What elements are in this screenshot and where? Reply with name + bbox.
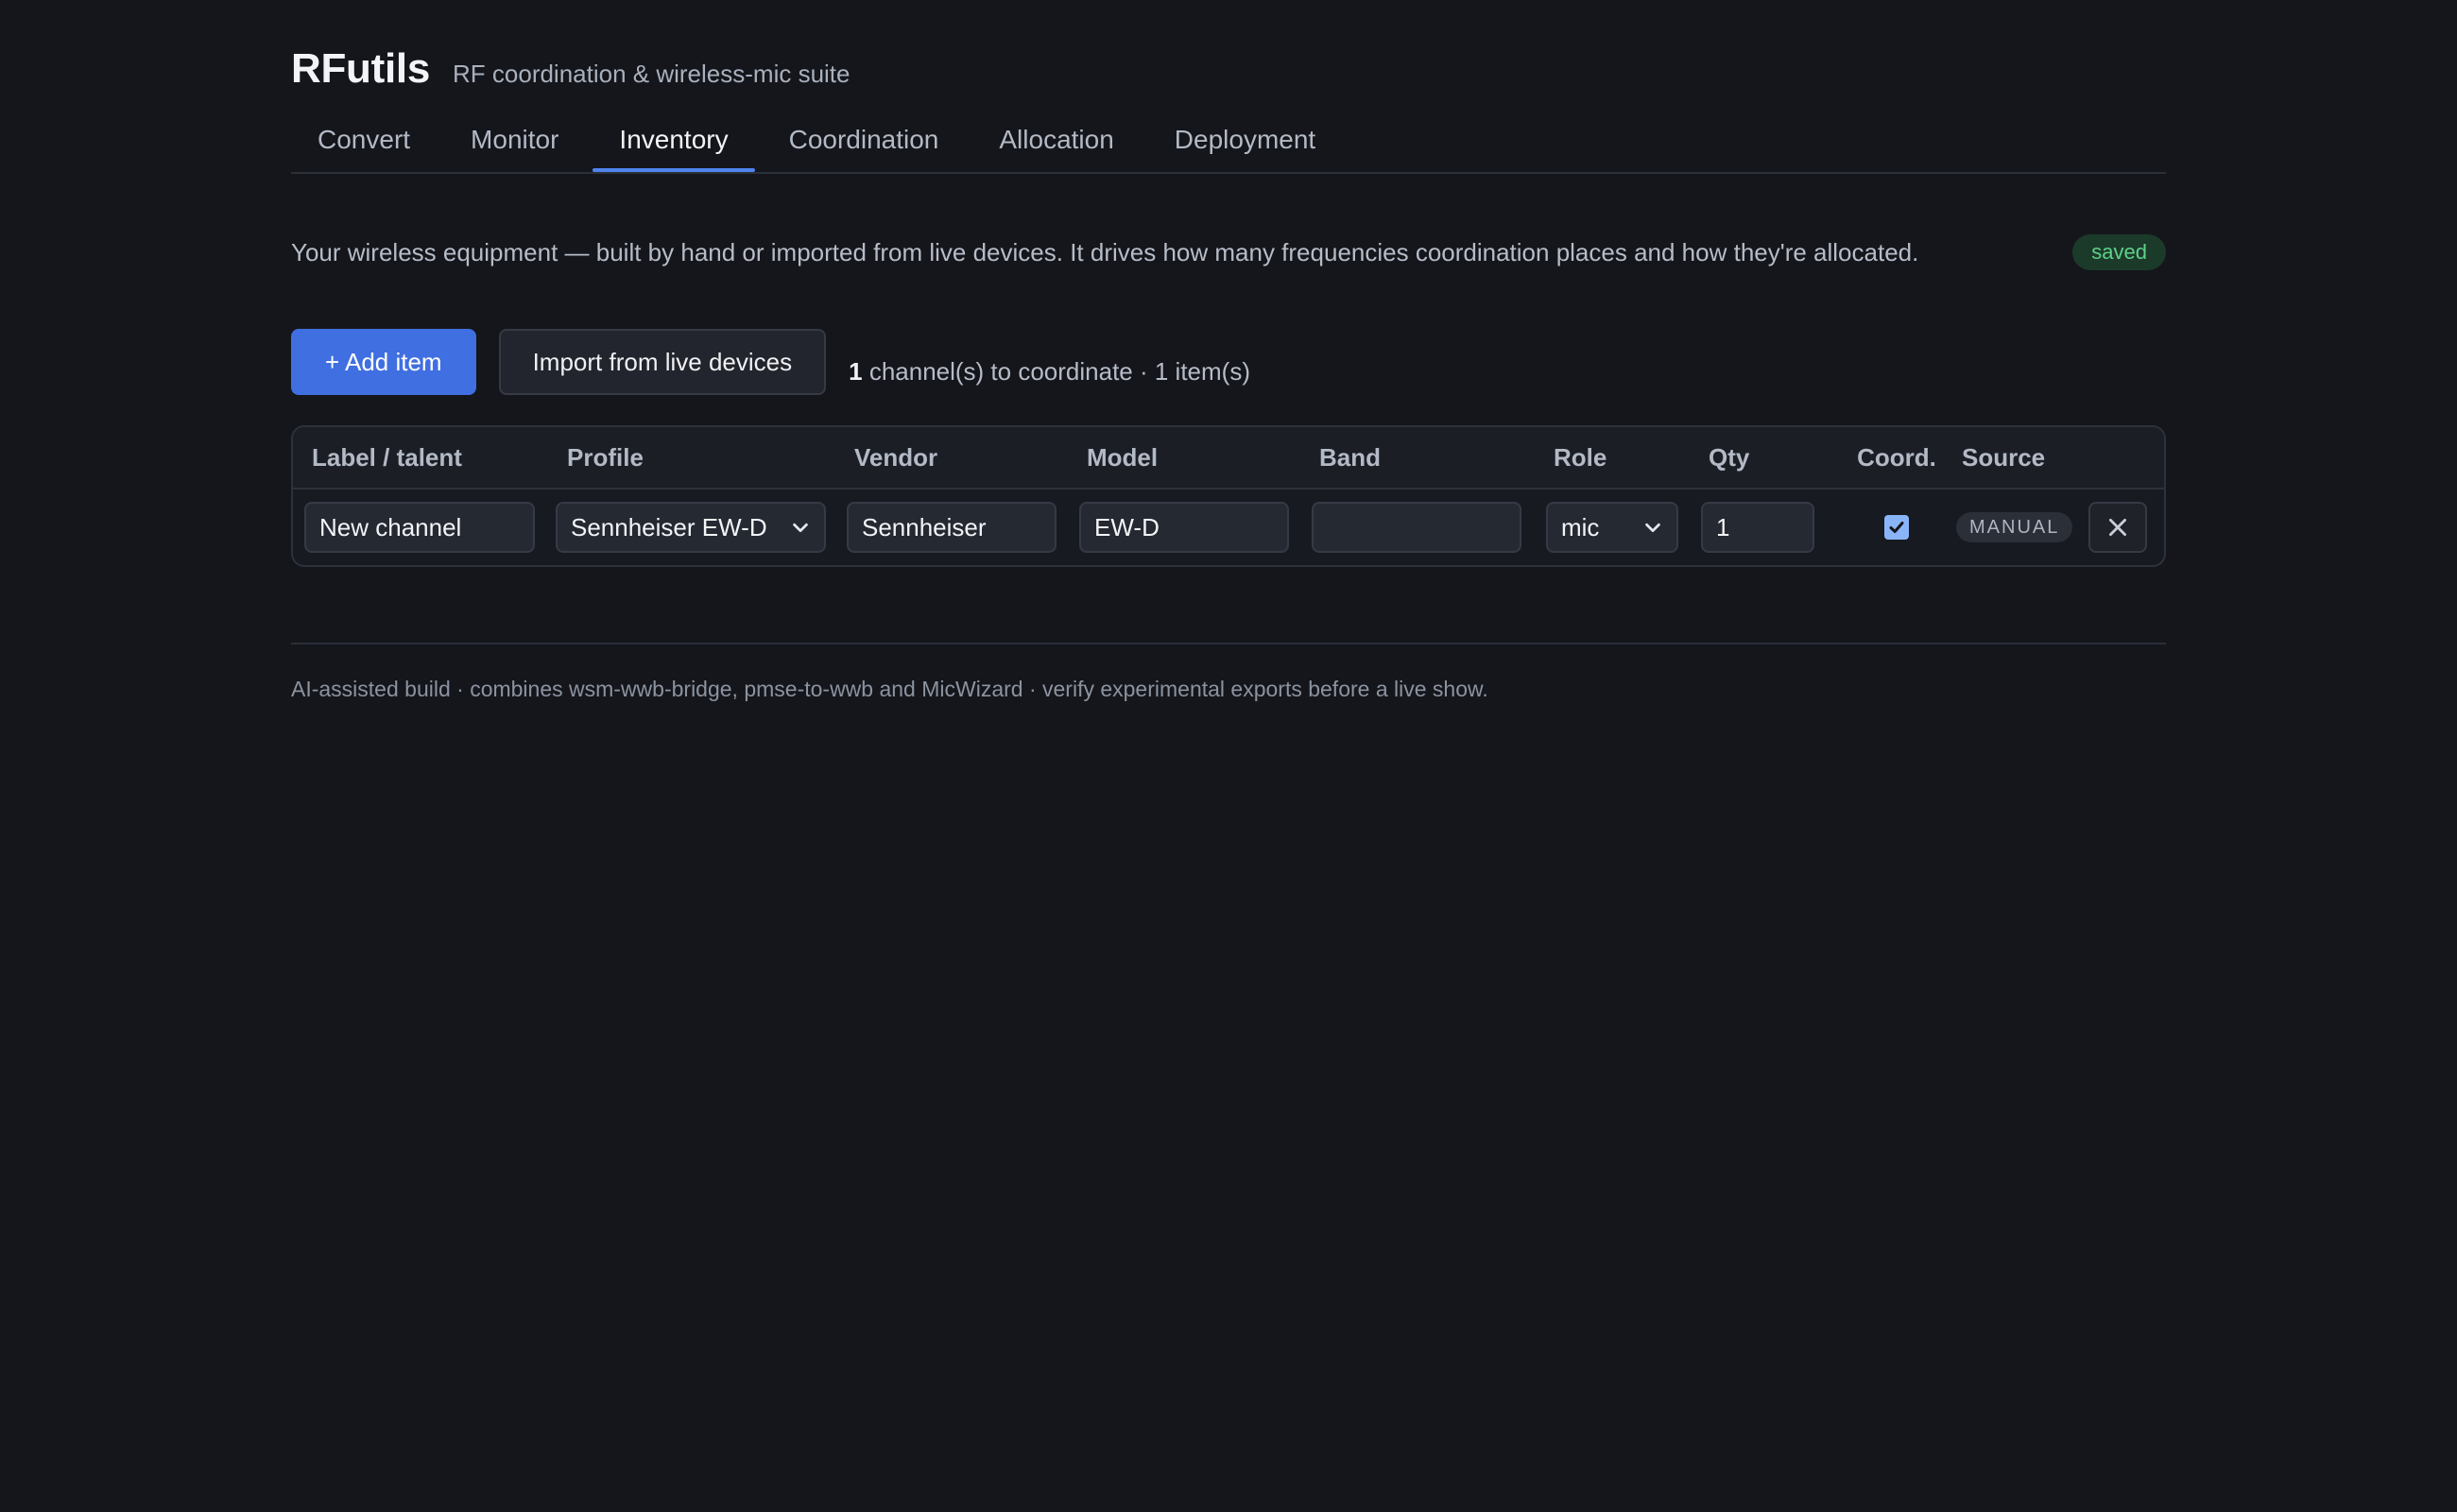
tab-inventory[interactable]: Inventory bbox=[593, 110, 755, 172]
header-role: Role bbox=[1554, 442, 1607, 472]
action-bar: + Add item Import from live devices 1 ch… bbox=[291, 329, 2166, 395]
tab-convert[interactable]: Convert bbox=[291, 110, 437, 170]
channel-summary: 1 channel(s) to coordinate · 1 item(s) bbox=[849, 357, 1250, 387]
role-select[interactable]: mic bbox=[1546, 502, 1678, 553]
tab-allocation[interactable]: Allocation bbox=[972, 110, 1140, 170]
vendor-input[interactable]: Sennheiser bbox=[847, 502, 1057, 553]
add-item-button[interactable]: + Add item bbox=[291, 329, 476, 395]
delete-row-button[interactable] bbox=[2088, 502, 2147, 553]
import-devices-button[interactable]: Import from live devices bbox=[498, 329, 827, 395]
app-container: RFutils RF coordination & wireless-mic s… bbox=[291, 0, 2166, 702]
source-badge: MANUAL bbox=[1956, 511, 2073, 542]
tab-monitor[interactable]: Monitor bbox=[444, 110, 585, 170]
main-tabs: Convert Monitor Inventory Coordination A… bbox=[291, 110, 2166, 174]
intro-section: Your wireless equipment — built by hand … bbox=[291, 234, 2166, 270]
page-footer: AI-assisted build · combines wsm-wwb-bri… bbox=[291, 643, 2166, 702]
cell-source: MANUAL bbox=[1956, 511, 2088, 542]
cell-vendor: Sennheiser bbox=[847, 502, 1079, 553]
cell-band bbox=[1312, 502, 1546, 553]
coord-checkbox[interactable] bbox=[1884, 515, 1909, 540]
header-model: Model bbox=[1087, 442, 1159, 472]
header-vendor: Vendor bbox=[854, 442, 938, 472]
cell-label: New channel bbox=[293, 502, 556, 553]
tab-deployment[interactable]: Deployment bbox=[1148, 110, 1342, 170]
channel-count: 1 bbox=[849, 356, 863, 386]
cell-qty: 1 bbox=[1701, 502, 1837, 553]
band-input[interactable] bbox=[1312, 502, 1521, 553]
header-coord: Coord. bbox=[1857, 442, 1936, 472]
table-header: Label / talent Profile Vendor Model Band… bbox=[293, 427, 2164, 490]
cell-role: mic bbox=[1546, 502, 1701, 553]
table-row: New channel Sennheiser EW-D Sennheiser E… bbox=[293, 490, 2164, 565]
intro-description: Your wireless equipment — built by hand … bbox=[291, 237, 1919, 266]
checkmark-icon bbox=[1889, 522, 1904, 533]
role-select-value: mic bbox=[1561, 512, 1600, 541]
app-header: RFutils RF coordination & wireless-mic s… bbox=[291, 0, 2166, 93]
chevron-down-icon bbox=[793, 523, 808, 533]
profile-select-value: Sennheiser EW-D bbox=[571, 512, 767, 541]
header-qty: Qty bbox=[1709, 442, 1750, 472]
tab-coordination[interactable]: Coordination bbox=[763, 110, 966, 170]
qty-input[interactable]: 1 bbox=[1701, 502, 1814, 553]
header-label: Label / talent bbox=[312, 442, 462, 472]
profile-select[interactable]: Sennheiser EW-D bbox=[556, 502, 826, 553]
channel-summary-text: channel(s) to coordinate · 1 item(s) bbox=[868, 356, 1250, 386]
cell-delete bbox=[2088, 502, 2155, 553]
app-title: RFutils bbox=[291, 45, 431, 92]
cell-profile: Sennheiser EW-D bbox=[556, 502, 847, 553]
label-input[interactable]: New channel bbox=[304, 502, 535, 553]
status-badge: saved bbox=[2072, 234, 2166, 270]
cell-coord bbox=[1837, 515, 1956, 540]
app-subtitle: RF coordination & wireless-mic suite bbox=[453, 60, 850, 88]
header-profile: Profile bbox=[567, 442, 644, 472]
cell-model: EW-D bbox=[1079, 502, 1312, 553]
inventory-table: Label / talent Profile Vendor Model Band… bbox=[291, 425, 2166, 567]
header-source: Source bbox=[1962, 442, 2046, 472]
model-input[interactable]: EW-D bbox=[1079, 502, 1289, 553]
header-band: Band bbox=[1319, 442, 1381, 472]
chevron-down-icon bbox=[1645, 523, 1660, 533]
close-icon bbox=[2109, 519, 2126, 536]
